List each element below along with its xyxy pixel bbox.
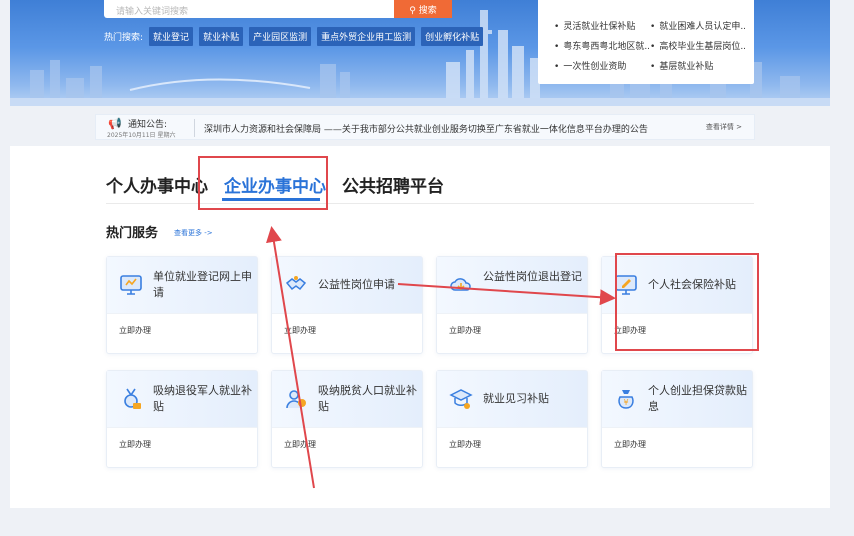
hot-tag[interactable]: 创业孵化补贴 <box>421 27 484 46</box>
money-bag-icon: ¥ <box>618 390 634 409</box>
notice-divider <box>194 119 195 137</box>
service-card-poverty-alleviation-subsidy[interactable]: 吸纳脱贫人口就业补贴 立即办理 <box>271 370 423 468</box>
card-action[interactable]: 立即办理 <box>119 325 151 336</box>
hot-search-label: 热门搜索: <box>104 33 144 43</box>
hot-tag[interactable]: 就业登记 <box>149 27 194 46</box>
handshake-icon <box>285 276 307 291</box>
search-button-label: 搜索 <box>418 6 437 16</box>
card-title: 就业见习补贴 <box>483 392 549 405</box>
megaphone-icon: 📢 <box>108 117 122 130</box>
card-title: 公益性岗位退出登记 <box>483 270 582 283</box>
medal-icon <box>124 388 141 409</box>
svg-text:¥: ¥ <box>623 398 628 407</box>
notice-date: 2025年10月11日 星期六 <box>107 132 176 139</box>
service-card-startup-loan-interest[interactable]: ¥ 个人创业担保贷款贴息 立即办理 <box>601 370 753 468</box>
card-separator <box>272 313 422 314</box>
card-separator <box>107 427 257 428</box>
service-card-public-post-application[interactable]: 公益性岗位申请 立即办理 <box>271 256 423 354</box>
service-card-trainee-subsidy[interactable]: 就业见习补贴 立即办理 <box>436 370 588 468</box>
card-action[interactable]: 立即办理 <box>614 439 646 450</box>
card-action[interactable]: 立即办理 <box>284 325 316 336</box>
card-title: 吸纳脱贫人口就业补贴 <box>318 384 417 413</box>
card-separator <box>602 427 752 428</box>
service-card-veteran-subsidy[interactable]: 吸纳退役军人就业补贴 立即办理 <box>106 370 258 468</box>
service-card-unit-employment-registration[interactable]: 单位就业登记网上申请 立即办理 <box>106 256 258 354</box>
service-card-public-post-exit[interactable]: 公益性岗位退出登记 立即办理 <box>436 256 588 354</box>
card-separator <box>437 427 587 428</box>
hot-search: 热门搜索: 就业登记 就业补贴 产业园区监测 重点外贸企业用工监测 创业孵化补贴 <box>104 27 484 46</box>
notice-text[interactable]: 深圳市人力资源和社会保障局 ——关于我市部分公共就业创业服务切换至广东省就业一体… <box>204 122 648 135</box>
card-action[interactable]: 立即办理 <box>119 439 151 450</box>
card-action[interactable]: 立即办理 <box>284 439 316 450</box>
search-icon: ⚲ <box>409 6 416 16</box>
news-item[interactable]: 灵活就业社保补贴 <box>554 19 650 32</box>
monitor-icon <box>120 275 142 295</box>
notice-bar: 📢 通知公告: 2025年10月11日 星期六 深圳市人力资源和社会保障局 ——… <box>95 114 755 140</box>
search-input[interactable]: 请输入关键词搜索 <box>104 0 394 18</box>
person-coin-icon <box>286 390 306 409</box>
tab-recruitment-platform[interactable]: 公共招聘平台 <box>342 172 444 197</box>
notice-more-link[interactable]: 查看详情 > <box>706 122 742 132</box>
search-button[interactable]: ⚲ 搜索 <box>394 0 452 18</box>
card-title: 个人创业担保贷款贴息 <box>648 384 747 413</box>
news-list: 灵活就业社保补贴 就业困难人员认定申... 粤东粤西粤北地区就... 高校毕业生… <box>538 0 754 84</box>
annotation-box-enterprise-tab <box>198 156 328 210</box>
card-separator <box>107 313 257 314</box>
hot-tag[interactable]: 就业补贴 <box>199 27 244 46</box>
news-item[interactable]: 就业困难人员认定申... <box>650 19 746 32</box>
card-title: 吸纳退役军人就业补贴 <box>153 384 252 413</box>
hot-tag[interactable]: 产业园区监测 <box>249 27 312 46</box>
card-action[interactable]: 立即办理 <box>449 325 481 336</box>
card-title: 公益性岗位申请 <box>318 278 395 291</box>
cloud-exit-icon <box>450 278 471 291</box>
annotation-box-social-insurance <box>615 253 759 351</box>
hot-tag[interactable]: 重点外贸企业用工监测 <box>317 27 416 46</box>
card-separator <box>437 313 587 314</box>
news-item[interactable]: 粤东粤西粤北地区就... <box>554 39 650 52</box>
notice-label: 通知公告: <box>128 120 168 130</box>
section-title: 热门服务 <box>106 226 159 241</box>
trainee-icon <box>449 389 473 409</box>
card-action[interactable]: 立即办理 <box>449 439 481 450</box>
news-item[interactable]: 高校毕业生基层岗位... <box>650 39 746 52</box>
tab-personal-center[interactable]: 个人办事中心 <box>106 172 208 197</box>
news-item[interactable]: 一次性创业资助 <box>554 59 650 72</box>
news-item[interactable]: 基层就业补贴 <box>650 59 746 72</box>
card-separator <box>272 427 422 428</box>
section-more-link[interactable]: 查看更多 -> <box>174 228 213 238</box>
card-title: 单位就业登记网上申请 <box>153 270 252 299</box>
